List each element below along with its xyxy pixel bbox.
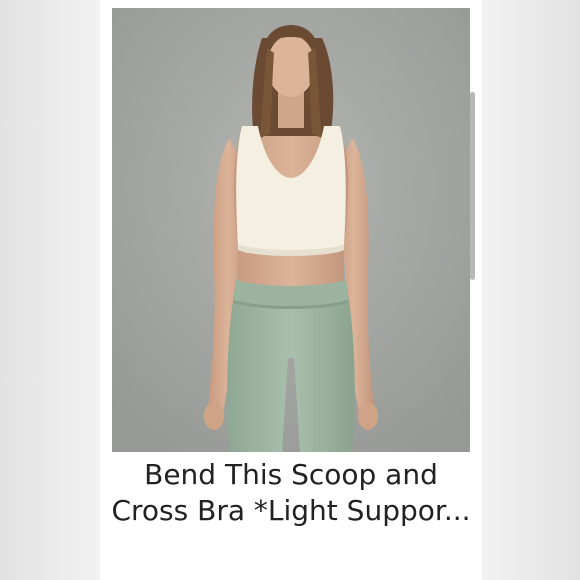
- product-photo[interactable]: [112, 8, 470, 452]
- product-title-line-1: Bend This Scoop and: [144, 458, 438, 491]
- left-blurred-margin: [0, 0, 100, 580]
- product-photo-illustration: [112, 8, 470, 452]
- product-card[interactable]: Bend This Scoop and Cross Bra *Light Sup…: [100, 0, 482, 580]
- product-title-line-2: Cross Bra *Light Suppor...: [111, 494, 471, 527]
- right-blurred-margin: [482, 0, 580, 580]
- scrollbar[interactable]: [470, 92, 475, 280]
- product-title[interactable]: Bend This Scoop and Cross Bra *Light Sup…: [100, 457, 482, 529]
